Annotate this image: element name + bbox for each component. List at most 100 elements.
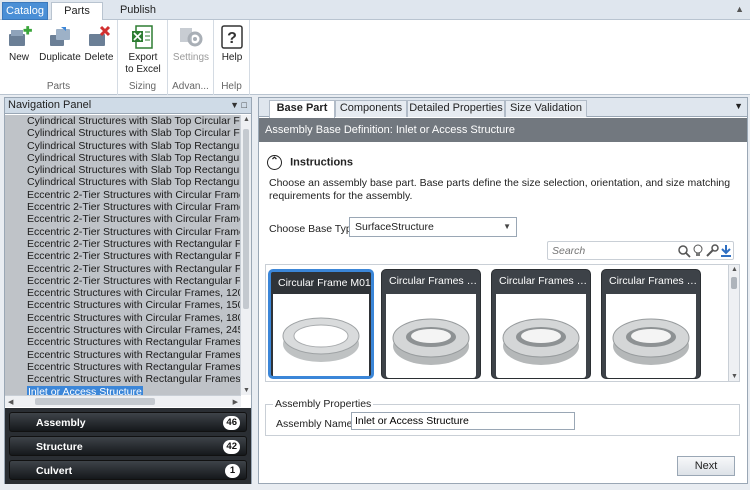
gallery-scrollbar[interactable]: ▲ ▼	[728, 265, 739, 381]
tree-item-label: Eccentric Structures with Circular Frame…	[27, 311, 241, 324]
parts-group: New Duplicate Delete Parts	[0, 20, 118, 95]
scroll-up-icon[interactable]: ▲	[731, 266, 738, 273]
panel-options-icon[interactable]: ▼ □	[230, 98, 247, 113]
tree-item[interactable]: Eccentric Structures with Circular Frame…	[5, 299, 241, 311]
tree-item[interactable]: Eccentric Structures with Rectangular Fr…	[5, 349, 241, 361]
collapse-chevron-up-icon[interactable]: ⌃	[267, 155, 282, 170]
tab-catalog[interactable]: Catalog	[2, 2, 48, 20]
tab-menu-icon[interactable]: ▼	[734, 101, 743, 111]
nav-vertical-scrollbar[interactable]: ▲ ▼	[240, 115, 251, 395]
navigation-panel-header: Navigation Panel ▼ □	[5, 98, 251, 114]
tree-item[interactable]: Eccentric 2-Tier Structures with Circula…	[5, 213, 241, 225]
tree-item-label: Cylindrical Structures with Slab Top Rec…	[27, 176, 241, 189]
help-button[interactable]: ? Help	[218, 24, 246, 64]
search-icon[interactable]	[677, 244, 691, 258]
tree-item[interactable]: Eccentric Structures with Circular Frame…	[5, 324, 241, 336]
tab-detailed-properties[interactable]: Detailed Properties	[407, 100, 505, 117]
scroll-up-icon[interactable]: ▲	[243, 116, 250, 123]
category-culvert-button[interactable]: Culvert 1	[9, 460, 247, 480]
ribbon: New Duplicate Delete Parts Export to Exc…	[0, 20, 750, 95]
tree-item[interactable]: Cylindrical Structures with Slab Top Cir…	[5, 127, 241, 139]
nav-scroll-thumb[interactable]	[243, 129, 249, 309]
tree-item[interactable]: Cylindrical Structures with Slab Top Cir…	[5, 115, 241, 127]
tab-base-part[interactable]: Base Part	[269, 100, 335, 118]
content-panel: Base Part Components Detailed Properties…	[258, 97, 748, 484]
settings-gear-icon	[180, 28, 203, 47]
settings-label: Settings	[172, 52, 210, 63]
delete-icon	[89, 25, 111, 46]
part-card[interactable]: Circular Frames on...	[601, 269, 701, 379]
navigation-panel-title: Navigation Panel	[8, 99, 92, 111]
help-group-label: Help	[221, 81, 242, 92]
tree-item[interactable]: Eccentric 2-Tier Structures with Circula…	[5, 201, 241, 213]
scroll-down-icon[interactable]: ▼	[243, 387, 250, 394]
tab-parts[interactable]: Parts	[51, 2, 103, 21]
tree-item-label: Eccentric Structures with Rectangular Fr…	[27, 336, 241, 349]
export-to-excel-button[interactable]: Export to Excel	[122, 24, 164, 76]
part-card-title: Circular Frames on...	[499, 275, 590, 287]
tree-item[interactable]: Cylindrical Structures with Slab Top Rec…	[5, 152, 241, 164]
tree-item-label: Eccentric 2-Tier Structures with Rectang…	[27, 250, 241, 263]
part-card-title: Circular Frames for...	[389, 275, 480, 287]
tree-item-label: Eccentric 2-Tier Structures with Circula…	[27, 188, 241, 201]
scroll-right-icon[interactable]: ▶	[233, 398, 238, 406]
tree-item[interactable]: Eccentric 2-Tier Structures with Rectang…	[5, 275, 241, 287]
tree-item-label: Eccentric 2-Tier Structures with Rectang…	[27, 237, 241, 250]
circular-frame-image	[612, 318, 690, 365]
tree-item-label: Inlet or Access Structure	[27, 385, 143, 395]
tree-item[interactable]: Cylindrical Structures with Slab Top Rec…	[5, 176, 241, 188]
next-button[interactable]: Next	[677, 456, 735, 476]
tree-item[interactable]: Eccentric 2-Tier Structures with Rectang…	[5, 250, 241, 262]
assembly-name-input[interactable]	[351, 412, 575, 430]
wrench-icon[interactable]	[705, 244, 719, 258]
tab-size-validation[interactable]: Size Validation	[505, 100, 587, 117]
base-type-select[interactable]: SurfaceStructure ▼	[349, 217, 517, 237]
category-assembly-button[interactable]: Assembly 46	[9, 412, 247, 432]
new-button[interactable]: New	[4, 24, 34, 64]
parts-group-label: Parts	[46, 81, 71, 92]
tree-item[interactable]: Eccentric Structures with Rectangular Fr…	[5, 361, 241, 373]
tree-item[interactable]: Eccentric Structures with Rectangular Fr…	[5, 373, 241, 385]
scroll-down-icon[interactable]: ▼	[731, 373, 738, 380]
search-input[interactable]	[552, 244, 662, 258]
tree-item[interactable]: Cylindrical Structures with Slab Top Rec…	[5, 164, 241, 176]
duplicate-button[interactable]: Duplicate	[38, 24, 82, 64]
part-card[interactable]: Circular Frame M01	[268, 269, 374, 379]
tree-item[interactable]: Eccentric Structures with Circular Frame…	[5, 312, 241, 324]
help-label: Help	[221, 52, 243, 63]
lightbulb-icon[interactable]	[692, 244, 704, 258]
tree-item[interactable]: Cylindrical Structures with Slab Top Rec…	[5, 140, 241, 152]
nav-hscroll-thumb[interactable]	[35, 398, 155, 405]
tree-item[interactable]: Eccentric 2-Tier Structures with Rectang…	[5, 263, 241, 275]
gallery-scroll-thumb[interactable]	[731, 277, 737, 289]
part-card-image	[273, 294, 369, 376]
tab-components[interactable]: Components	[335, 100, 407, 117]
chevron-down-icon: ▼	[503, 222, 511, 231]
tree-item-label: Cylindrical Structures with Slab Top Rec…	[27, 151, 241, 164]
sizing-group: Export to Excel Sizing	[118, 20, 168, 95]
instructions-header[interactable]: ⌃ Instructions	[267, 155, 353, 170]
part-card[interactable]: Circular Frames on...	[491, 269, 591, 379]
category-structure-button[interactable]: Structure 42	[9, 436, 247, 456]
tree-item[interactable]: Inlet or Access Structure	[5, 385, 241, 395]
tree-item[interactable]: Eccentric Structures with Circular Frame…	[5, 287, 241, 299]
settings-button[interactable]: Settings	[170, 24, 212, 64]
tab-publish[interactable]: Publish	[112, 2, 164, 20]
tree-item[interactable]: Eccentric 2-Tier Structures with Rectang…	[5, 238, 241, 250]
tree-item[interactable]: Eccentric 2-Tier Structures with Circula…	[5, 189, 241, 201]
tree-item-label: Eccentric Structures with Circular Frame…	[27, 287, 241, 300]
advanced-group-label: Advan...	[172, 81, 209, 92]
nav-horizontal-scrollbar[interactable]: ◀ ▶	[5, 395, 241, 407]
tree-item-label: Cylindrical Structures with Slab Top Rec…	[27, 164, 241, 177]
part-card-image	[606, 294, 696, 378]
tree-item[interactable]: Eccentric Structures with Rectangular Fr…	[5, 336, 241, 348]
tree-item[interactable]: Eccentric 2-Tier Structures with Circula…	[5, 226, 241, 238]
circular-frame-image	[282, 317, 360, 362]
part-card[interactable]: Circular Frames for...	[381, 269, 481, 379]
tree-item-label: Eccentric 2-Tier Structures with Rectang…	[27, 274, 241, 287]
collapse-ribbon-icon[interactable]: ▲	[735, 4, 744, 14]
delete-button[interactable]: Delete	[84, 24, 114, 64]
download-arrow-icon[interactable]	[719, 244, 733, 258]
scroll-left-icon[interactable]: ◀	[8, 398, 13, 406]
tree-item-label: Eccentric 2-Tier Structures with Rectang…	[27, 262, 241, 275]
